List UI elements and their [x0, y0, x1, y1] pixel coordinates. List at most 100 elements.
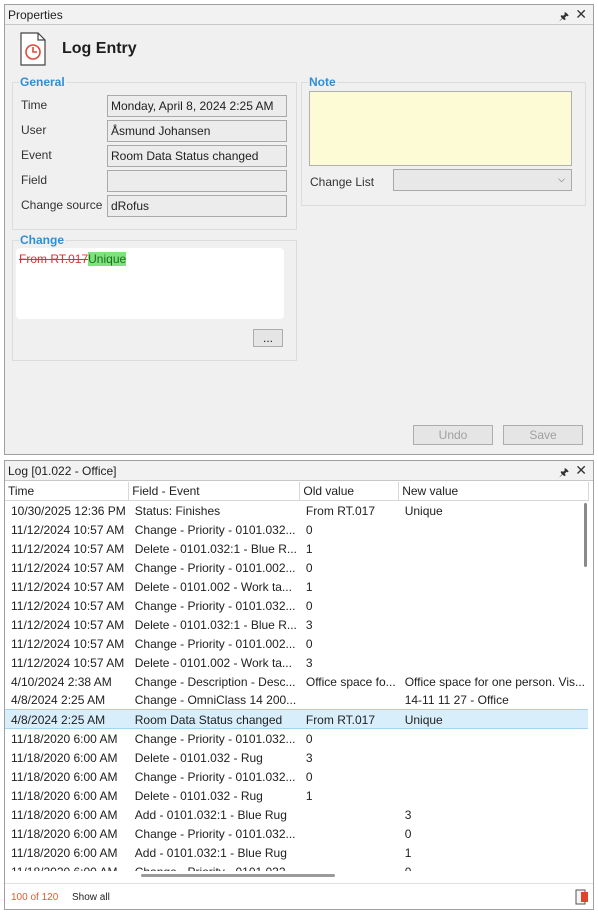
chevron-down-icon: ⌵ [558, 174, 565, 184]
table-row[interactable]: 11/12/2024 10:57 AM Change - Priority - 0… [5, 558, 588, 577]
cell-field-event: Delete - 0101.032 - Rug [134, 750, 263, 765]
close-icon[interactable]: ✕ [575, 6, 587, 23]
table-row[interactable]: 11/12/2024 10:57 AM Delete - 0101.002 - W… [5, 653, 588, 672]
change-diff-area: From RT.017Unique [16, 248, 284, 319]
cell-field-event: Change - Priority - 0101.032... [134, 769, 296, 784]
show-all-link[interactable]: Show all [72, 892, 110, 903]
cell-new-value [399, 748, 588, 767]
change-title: Change [19, 233, 66, 247]
table-row[interactable]: 11/12/2024 10:57 AM Change - Priority - 0… [5, 634, 588, 653]
cell-old-value: 1 [305, 541, 313, 556]
cell-field-event: Delete - 0101.032:1 - Blue R... [134, 617, 297, 632]
cell-time: 11/18/2020 6:00 AM [11, 769, 118, 784]
cell-time: 11/18/2020 6:00 AM [11, 826, 118, 841]
cell-time: 11/12/2024 10:57 AM [11, 522, 125, 537]
cell-time: 11/18/2020 6:00 AM [11, 788, 118, 803]
cell-time: 11/12/2024 10:57 AM [11, 617, 125, 632]
table-row[interactable]: 4/10/2024 2:38 AM Change - Description - … [5, 672, 588, 691]
cell-new-value: 1 [404, 845, 412, 860]
cell-old-value: 0 [305, 598, 313, 613]
table-row[interactable]: 11/18/2020 6:00 AM Add - 0101.032:1 - Blu… [5, 843, 588, 862]
cell-old-value: 0 [305, 522, 313, 537]
note-textarea[interactable] [309, 91, 572, 166]
cell-field-event: Change - Priority - 0101.002... [134, 560, 296, 575]
cell-old-value: 0 [305, 636, 313, 651]
cell-field-event: Delete - 0101.032 - Rug [134, 788, 263, 803]
column-header-new-value[interactable]: New value [398, 482, 589, 501]
cell-new-value [399, 520, 588, 539]
cell-new-value: Unique [398, 709, 589, 729]
table-row[interactable]: 11/12/2024 10:57 AM Delete - 0101.032:1 -… [5, 539, 588, 558]
cell-field-event: Delete - 0101.002 - Work ta... [134, 655, 292, 670]
properties-titlebar: Properties 🖈 ✕ [5, 5, 593, 25]
change-source-label: Change source [21, 198, 103, 212]
cell-new-value [399, 653, 588, 672]
cell-time: 11/18/2020 6:00 AM [11, 807, 118, 822]
table-row[interactable]: 11/18/2020 6:00 AMChange - Priority - 01… [5, 862, 588, 872]
cell-field-event: Change - Priority - 0101.032... [129, 862, 300, 872]
table-row[interactable]: 11/18/2020 6:00 AM Add - 0101.032:1 - Blu… [5, 805, 588, 824]
cell-time: 11/18/2020 6:00 AM [5, 862, 129, 872]
field-field[interactable] [107, 170, 287, 192]
cell-new-value [399, 596, 588, 615]
cell-new-value: Unique [404, 503, 443, 518]
cell-field-event: Room Data Status changed [128, 709, 300, 729]
table-row[interactable]: 11/12/2024 10:57 AM Delete - 0101.002 - W… [5, 577, 588, 596]
log-footer: 100 of 120 Show all [5, 883, 593, 909]
change-list-select[interactable]: ⌵ [393, 169, 572, 191]
event-field[interactable]: Room Data Status changed [107, 145, 287, 167]
cell-time: 11/12/2024 10:57 AM [11, 598, 125, 613]
table-row[interactable]: 11/18/2020 6:00 AM Delete - 0101.032 - Ru… [5, 748, 588, 767]
change-list-label: Change List [310, 175, 375, 189]
cell-old-value: 3 [305, 655, 313, 670]
table-row[interactable]: 11/18/2020 6:00 AMChange - Priority - 01… [5, 824, 588, 843]
cell-time: 11/18/2020 6:00 AM [11, 750, 118, 765]
save-button[interactable]: Save [503, 425, 583, 445]
cell-time: 11/12/2024 10:57 AM [11, 541, 125, 556]
cell-new-value [399, 634, 588, 653]
event-label: Event [21, 148, 52, 162]
table-row[interactable]: 11/12/2024 10:57 AM Change - Priority - 0… [5, 520, 588, 539]
cell-old-value: 0 [305, 731, 313, 746]
row-count: 100 of 120 [11, 892, 59, 903]
cell-field-event: Change - Priority - 0101.032... [134, 731, 296, 746]
cell-new-value [399, 615, 588, 634]
cell-old-value: Office space fo... [305, 674, 396, 689]
column-header-time[interactable]: Time [5, 482, 130, 501]
change-source-field[interactable]: dRofus [107, 195, 287, 217]
vertical-scrollbar[interactable] [584, 503, 587, 567]
cell-time: 11/12/2024 10:57 AM [11, 579, 125, 594]
table-row[interactable]: 10/30/2025 12:36 PM Status: Finishes From … [5, 501, 588, 520]
cell-old-value: From RT.017 [305, 503, 375, 518]
column-header-field-event[interactable]: Field - Event [128, 482, 301, 501]
table-row[interactable]: 11/18/2020 6:00 AM Change - Priority - 01… [5, 767, 588, 786]
removed-text: From RT.017 [19, 252, 89, 266]
cell-field-event: Delete - 0101.032:1 - Blue R... [134, 541, 297, 556]
cell-time: 11/12/2024 10:57 AM [11, 636, 125, 651]
user-field[interactable]: Åsmund Johansen [107, 120, 287, 142]
table-row[interactable]: 11/18/2020 6:00 AMChange - Priority - 01… [5, 729, 588, 748]
cell-old-value [300, 862, 399, 872]
cell-old-value [300, 805, 399, 824]
table-row[interactable]: 11/12/2024 10:57 AM Delete - 0101.032:1 -… [5, 615, 588, 634]
pin-icon[interactable]: 🖈 [559, 8, 569, 27]
time-field[interactable]: Monday, April 8, 2024 2:25 AM [107, 95, 287, 117]
cell-field-event: Change - Priority - 0101.032... [134, 598, 296, 613]
cell-new-value [399, 729, 588, 748]
cell-old-value: From RT.017 [299, 709, 399, 729]
cell-old-value: 0 [305, 560, 313, 575]
cell-new-value [399, 786, 588, 805]
undo-button[interactable]: Undo [413, 425, 493, 445]
table-row[interactable]: 4/8/2024 2:25 AM Change - OmniClass 14 20… [5, 691, 588, 710]
horizontal-scrollbar[interactable] [141, 874, 335, 877]
more-button[interactable]: ... [253, 329, 283, 347]
table-row[interactable]: 11/12/2024 10:57 AM Change - Priority - 0… [5, 596, 588, 615]
table-row[interactable]: 4/8/2024 2:25 AM Room Data Status changed… [5, 709, 589, 729]
time-label: Time [21, 98, 48, 112]
general-title: General [19, 75, 66, 89]
cell-new-value: 14-11 11 27 - Office [404, 693, 509, 708]
column-header-old-value[interactable]: Old value [299, 482, 400, 501]
table-row[interactable]: 11/18/2020 6:00 AM Delete - 0101.032 - Ru… [5, 786, 588, 805]
cell-old-value: 3 [305, 750, 313, 765]
export-icon[interactable] [575, 889, 589, 905]
